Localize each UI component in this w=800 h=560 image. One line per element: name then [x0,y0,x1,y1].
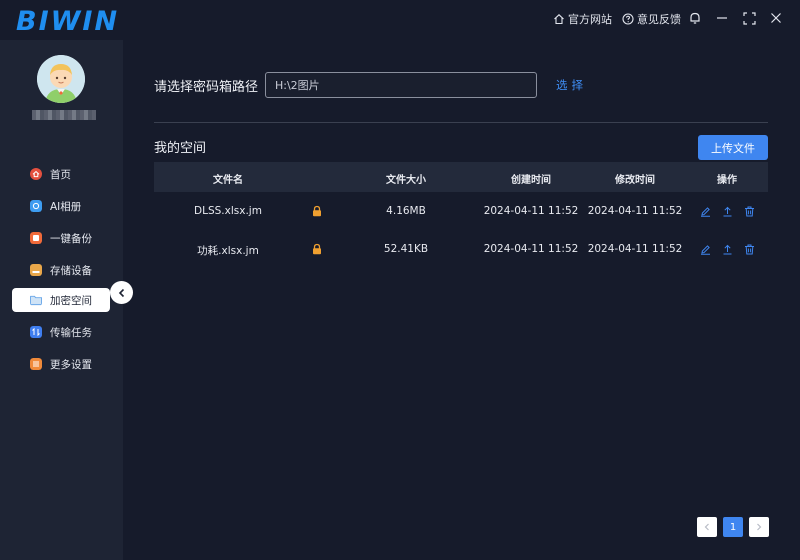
transfer-icon [30,326,42,338]
sidebar-item-home[interactable]: 首页 [12,162,110,186]
sidebar-item-label: 传输任务 [50,326,92,339]
official-website-label: 官方网站 [568,13,612,26]
chevron-right-icon [757,523,762,531]
upload-file-button[interactable]: 上传文件 [698,135,768,160]
column-header-created: 创建时间 [511,175,551,186]
chevron-left-icon [118,288,124,297]
chevron-left-icon [704,523,709,531]
sidebar-item-label: AI相册 [50,200,82,213]
bell-icon [690,12,700,24]
vault-path-label: 请选择密码箱路径 [154,80,259,95]
column-header-actions: 操作 [717,175,737,186]
lock-icon [313,243,321,255]
sidebar-item-storage[interactable]: 存储设备 [12,258,110,282]
lock-icon [313,205,321,217]
settings-icon [30,358,42,370]
column-header-modified: 修改时间 [615,175,655,186]
edit-icon[interactable] [700,206,711,217]
sidebar-item-label: 存储设备 [50,264,92,277]
sidebar: 首页 AI相册 一键备份 存储设备 加密空间 传输任务 更多设置 [0,40,123,560]
photo-icon [30,200,42,212]
file-name[interactable]: 功耗.xlsx.jm [197,243,259,258]
notification-button[interactable] [686,9,704,27]
maximize-icon [742,11,756,25]
username-blurred [32,110,96,120]
file-created-time: 2024-04-11 11:52 [483,243,579,255]
home-icon [30,168,42,180]
divider [154,122,768,123]
sidebar-item-label: 首页 [50,168,71,181]
title-bar: BIWIN 官方网站 意见反馈 [0,0,800,40]
sidebar-item-ai-album[interactable]: AI相册 [12,194,110,218]
file-modified-time: 2024-04-11 11:52 [587,243,683,255]
close-icon [771,13,781,23]
close-button[interactable] [767,9,785,27]
table-row: 功耗.xlsx.jm 52.41KB 2024-04-11 11:52 2024… [154,231,768,267]
sidebar-item-more-settings[interactable]: 更多设置 [12,352,110,376]
edit-icon[interactable] [700,244,711,255]
my-space-title: 我的空间 [154,141,207,156]
storage-icon [30,264,42,276]
vault-path-input[interactable] [265,72,537,98]
trash-icon[interactable] [744,206,755,217]
user-avatar-icon [37,55,85,103]
file-size: 52.41KB [383,243,429,255]
export-icon[interactable] [722,206,733,217]
sidebar-item-label: 一键备份 [50,232,92,245]
file-name[interactable]: DLSS.xlsx.jm [194,205,262,217]
feedback-label: 意见反馈 [637,13,681,26]
avatar[interactable] [37,55,85,103]
export-icon[interactable] [722,244,733,255]
encrypted-folder-icon [30,295,42,306]
app-logo: BIWIN [16,6,120,37]
column-header-filename: 文件名 [213,175,243,186]
sidebar-item-label: 更多设置 [50,358,92,371]
sidebar-item-label: 加密空间 [50,294,92,307]
file-created-time: 2024-04-11 11:52 [483,205,579,217]
table-header: 文件名 文件大小 创建时间 修改时间 操作 [154,162,768,192]
collapse-sidebar-button[interactable] [110,281,133,304]
file-modified-time: 2024-04-11 11:52 [587,205,683,217]
minimize-button[interactable] [713,9,731,27]
page-number-current[interactable]: 1 [723,517,743,537]
next-page-button[interactable] [749,517,769,537]
select-path-button[interactable]: 选择 [556,77,587,93]
trash-icon[interactable] [744,244,755,255]
table-row: DLSS.xlsx.jm 4.16MB 2024-04-11 11:52 202… [154,193,768,229]
prev-page-button[interactable] [697,517,717,537]
home-icon [554,14,564,25]
column-header-size: 文件大小 [386,175,426,186]
feedback-link[interactable]: 意见反馈 [622,11,681,27]
sidebar-item-backup[interactable]: 一键备份 [12,226,110,250]
maximize-button[interactable] [740,9,758,27]
official-website-link[interactable]: 官方网站 [553,11,612,27]
help-icon [622,13,634,25]
sidebar-item-transfer[interactable]: 传输任务 [12,320,110,344]
file-size: 4.16MB [386,205,426,217]
backup-icon [30,232,42,244]
sidebar-item-encrypted-space[interactable]: 加密空间 [12,288,110,312]
minimize-icon [717,17,727,19]
